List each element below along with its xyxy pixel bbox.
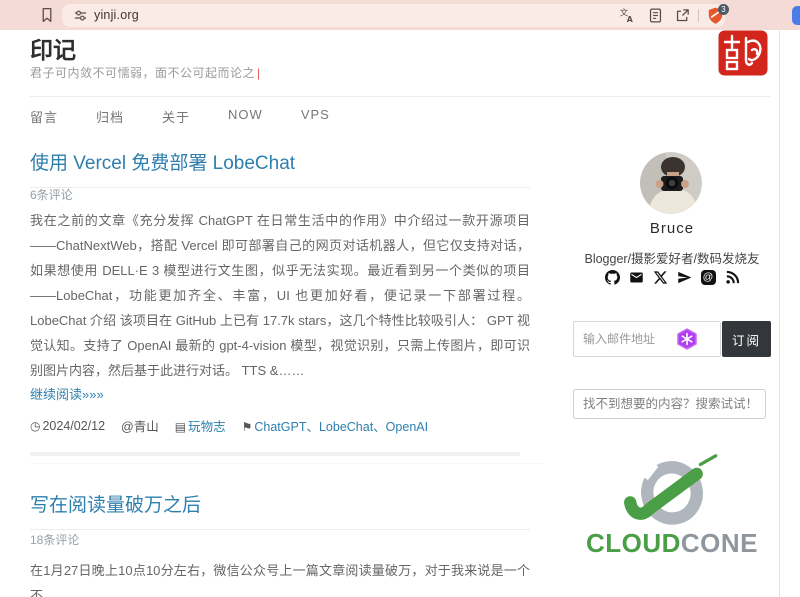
cloudcone-word-cone: CONE bbox=[681, 528, 758, 558]
profile-bio: Blogger/摄影爱好者/数码发烧友 bbox=[573, 248, 771, 267]
tagline-text: 君子可内敛不可懦弱，面不公可起而论之 bbox=[30, 66, 255, 80]
nav-item-guestbook[interactable]: 留言 bbox=[30, 107, 58, 126]
search-input[interactable] bbox=[573, 389, 766, 419]
cloudcone-logo[interactable] bbox=[612, 453, 732, 529]
typing-cursor: | bbox=[257, 66, 261, 80]
article-title[interactable]: 使用 Vercel 免费部署 LobeChat bbox=[30, 148, 530, 188]
toolbar-separator bbox=[698, 9, 699, 22]
main-nav: 留言 归档 关于 NOW VPS bbox=[30, 96, 770, 126]
bookmark-icon[interactable] bbox=[38, 6, 56, 24]
extension-icon-sliver[interactable] bbox=[792, 6, 800, 25]
cloudcone-wordmark[interactable]: CLOUDCONE bbox=[573, 528, 771, 559]
share-icon[interactable] bbox=[674, 7, 691, 24]
browser-toolbar: yinji.org 文 A 3 bbox=[0, 0, 800, 30]
read-more-link[interactable]: 继续阅读»»» bbox=[30, 384, 104, 403]
translate-icon[interactable]: 文 A bbox=[619, 7, 636, 24]
category-icon: ▤ bbox=[175, 420, 186, 434]
site-title[interactable]: 印记 bbox=[30, 31, 76, 65]
site-controls-icon[interactable] bbox=[73, 8, 88, 23]
nav-item-vps[interactable]: VPS bbox=[301, 107, 330, 126]
password-extension-icon[interactable] bbox=[675, 327, 699, 351]
comment-count[interactable]: 6条评论 bbox=[30, 186, 73, 203]
telegram-icon[interactable] bbox=[677, 270, 692, 285]
site-tagline: 君子可内敛不可懦弱，面不公可起而论之| bbox=[30, 64, 261, 81]
nav-item-archive[interactable]: 归档 bbox=[96, 107, 124, 126]
article-excerpt: 在1月27日晚上10点10分左右，微信公众号上一篇文章阅读量破万，对于我来说是一… bbox=[30, 558, 530, 597]
article-excerpt: 我在之前的文章《充分发挥 ChatGPT 在日常生活中的作用》中介绍过一款开源项… bbox=[30, 208, 530, 383]
mail-icon[interactable] bbox=[629, 270, 644, 285]
meta-category: ▤玩物志 bbox=[175, 416, 226, 435]
avatar[interactable] bbox=[640, 152, 702, 214]
article-meta: ◷2024/02/12 @青山 ▤玩物志 ⚑ChatGPT、LobeChat、O… bbox=[30, 416, 428, 435]
shield-badge: 3 bbox=[718, 4, 729, 15]
social-links: @ bbox=[573, 270, 771, 285]
profile-name: Bruce bbox=[573, 220, 771, 237]
reader-mode-icon[interactable] bbox=[647, 7, 664, 24]
comment-count[interactable]: 18条评论 bbox=[30, 531, 79, 548]
rss-icon[interactable] bbox=[725, 270, 740, 285]
subscribe-widget: 订阅 bbox=[573, 321, 771, 357]
nav-item-about[interactable]: 关于 bbox=[162, 107, 190, 126]
seal-logo[interactable] bbox=[718, 30, 768, 76]
meta-date: ◷2024/02/12 bbox=[30, 419, 105, 433]
url-text[interactable]: yinji.org bbox=[94, 8, 139, 22]
tag-links[interactable]: ChatGPT、LobeChat、OpenAI bbox=[254, 420, 428, 434]
github-icon[interactable] bbox=[605, 270, 620, 285]
article-divider-thin bbox=[30, 463, 542, 464]
clock-icon: ◷ bbox=[30, 419, 40, 433]
mastodon-icon[interactable]: @ bbox=[701, 270, 716, 285]
svg-text:A: A bbox=[627, 15, 633, 24]
category-link[interactable]: 玩物志 bbox=[188, 420, 226, 434]
meta-tags: ⚑ChatGPT、LobeChat、OpenAI bbox=[242, 416, 428, 435]
avatar-image bbox=[640, 152, 702, 214]
meta-author: @青山 bbox=[121, 416, 159, 435]
cloudcone-word-cloud: CLOUD bbox=[586, 528, 681, 558]
x-icon[interactable] bbox=[653, 270, 668, 285]
scrollbar[interactable] bbox=[779, 30, 780, 597]
browser-window: yinji.org 文 A 3 bbox=[0, 0, 800, 597]
date-text: 2024/02/12 bbox=[42, 419, 105, 433]
tag-icon: ⚑ bbox=[242, 420, 253, 434]
subscribe-button[interactable]: 订阅 bbox=[722, 321, 771, 357]
address-bar[interactable]: yinji.org 文 A 3 bbox=[62, 4, 725, 27]
article-title[interactable]: 写在阅读量破万之后 bbox=[30, 490, 530, 530]
article-divider bbox=[30, 452, 520, 456]
nav-item-now[interactable]: NOW bbox=[228, 107, 263, 126]
